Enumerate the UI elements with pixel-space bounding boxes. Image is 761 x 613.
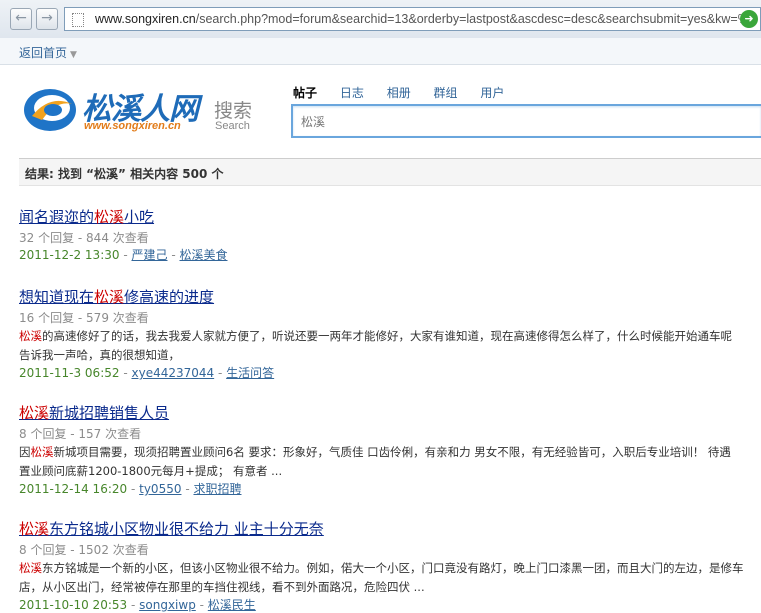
tab-groups[interactable]: 群组	[434, 84, 458, 101]
result-meta: 32 个回复 - 844 次查看	[19, 231, 149, 245]
search-type-tabs: 帖子 日志 相册 群组 用户	[293, 84, 523, 101]
result-byline: 2011-11-3 06:52 - xye44237044 - 生活问答	[19, 366, 275, 380]
search-box	[291, 104, 761, 138]
result-title-link[interactable]: 松溪新城招聘销售人员	[19, 403, 761, 423]
list-item: 想知道现在松溪修高速的进度 16 个回复 - 579 次查看 松溪的高速修好了的…	[19, 287, 761, 381]
result-title-link[interactable]: 松溪东方铭城小区物业很不给力 业主十分无奈	[19, 519, 761, 539]
author-link[interactable]: 严建己	[131, 248, 167, 262]
result-date: 2011-10-10 20:53	[19, 598, 128, 612]
result-byline: 2011-12-2 13:30 - 严建己 - 松溪美食	[19, 248, 228, 262]
forum-link[interactable]: 松溪美食	[179, 248, 227, 262]
result-byline: 2011-12-14 16:20 - ty0550 - 求职招聘	[19, 482, 242, 496]
forum-link[interactable]: 生活问答	[226, 366, 274, 380]
top-nav-bar: 返回首页 ▼	[0, 38, 761, 65]
result-snippet-line: 松溪东方铭城是一个新的小区，但该小区物业很不给力。例如，偌大一个小区，门口竟没有…	[19, 561, 744, 575]
site-logo[interactable]: 松溪人网 www.songxiren.cn 搜索 Search	[22, 84, 262, 138]
page-icon	[72, 13, 84, 27]
forward-arrow-icon[interactable]: →	[36, 8, 58, 30]
list-item: 松溪新城招聘销售人员 8 个回复 - 157 次查看 因松溪新城项目需要，现须招…	[19, 403, 761, 497]
forum-link[interactable]: 松溪民生	[208, 598, 256, 612]
forum-link[interactable]: 求职招聘	[193, 482, 241, 496]
result-date: 2011-11-3 06:52	[19, 366, 120, 380]
result-summary-bar: 结果: 找到 “松溪” 相关内容 500 个	[19, 158, 761, 186]
logo-search-cn: 搜索	[214, 100, 253, 122]
author-link[interactable]: xye44237044	[131, 366, 214, 380]
home-link[interactable]: 返回首页 ▼	[19, 44, 77, 61]
result-snippet-line: 松溪的高速修好了的话，我去我爱人家就方便了，听说还要一两年才能修好，大家有谁知道…	[19, 329, 732, 343]
chevron-down-icon: ▼	[70, 50, 77, 60]
tab-blogs[interactable]: 日志	[340, 84, 364, 101]
back-arrow-icon[interactable]: ←	[10, 8, 32, 30]
result-meta: 8 个回复 - 157 次查看	[19, 427, 142, 441]
result-title-link[interactable]: 闻名遐迩的松溪小吃	[19, 207, 761, 227]
author-link[interactable]: songxiwp	[139, 598, 196, 612]
logo-swirl-icon	[24, 89, 76, 131]
list-item: 松溪东方铭城小区物业很不给力 业主十分无奈 8 个回复 - 1502 次查看 松…	[19, 519, 761, 613]
result-snippet-line: 置业顾问底薪1200-1800元每月+提成； 有意者 ...	[19, 464, 283, 478]
result-snippet-line: 因松溪新城项目需要，现须招聘置业顾问6名 要求：形象好，气质佳 口齿伶俐，有亲和…	[19, 445, 731, 459]
go-arrow-icon[interactable]: ➜	[740, 10, 758, 28]
list-item: 闻名遐迩的松溪小吃 32 个回复 - 844 次查看 2011-12-2 13:…	[19, 207, 761, 263]
browser-toolbar: ← → www.songxiren.cn/search.php?mod=foru…	[0, 0, 761, 39]
result-date: 2011-12-2 13:30	[19, 248, 120, 262]
result-title-link[interactable]: 想知道现在松溪修高速的进度	[19, 287, 761, 307]
result-date: 2011-12-14 16:20	[19, 482, 128, 496]
address-bar[interactable]: www.songxiren.cn/search.php?mod=forum&se…	[64, 7, 761, 31]
tab-albums[interactable]: 相册	[387, 84, 411, 101]
tab-users[interactable]: 用户	[480, 84, 504, 101]
result-snippet-line: 店，从小区出门，经常被停在那里的车挡住视线，看不到外面路况，危险四伏 ...	[19, 580, 425, 594]
result-snippet-line: 告诉我一声哈，真的很想知道，	[19, 348, 180, 362]
result-byline: 2011-10-10 20:53 - songxiwp - 松溪民生	[19, 598, 256, 612]
result-summary: 结果: 找到 “松溪” 相关内容 500 个	[25, 167, 224, 181]
author-link[interactable]: ty0550	[139, 482, 181, 496]
logo-search-en: Search	[215, 120, 250, 132]
url-text[interactable]: www.songxiren.cn/search.php?mod=forum&se…	[95, 12, 749, 26]
tab-posts[interactable]: 帖子	[293, 84, 317, 101]
logo-url: www.songxiren.cn	[84, 120, 181, 132]
result-meta: 8 个回复 - 1502 次查看	[19, 543, 149, 557]
result-meta: 16 个回复 - 579 次查看	[19, 311, 149, 325]
search-input[interactable]	[301, 114, 741, 128]
